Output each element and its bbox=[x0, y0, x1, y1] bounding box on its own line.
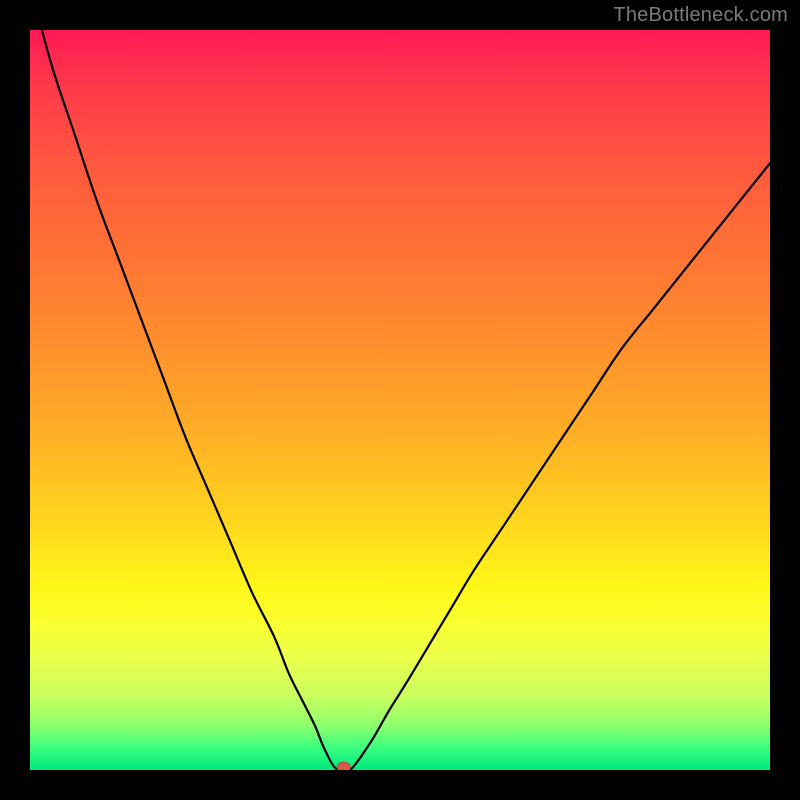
chart-frame: TheBottleneck.com bbox=[0, 0, 800, 800]
curve-right bbox=[351, 163, 770, 769]
watermark-text: TheBottleneck.com bbox=[613, 4, 788, 27]
minimum-marker bbox=[337, 762, 350, 770]
curve-layer bbox=[30, 30, 770, 770]
curve-left bbox=[32, 30, 336, 769]
plot-area bbox=[30, 30, 770, 770]
